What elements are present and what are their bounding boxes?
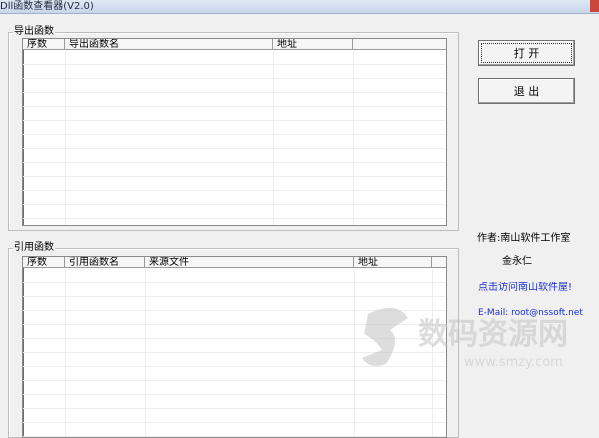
import-col-divider <box>65 269 66 437</box>
import-col-ordinal[interactable]: 序数 <box>23 257 65 268</box>
import-col-divider <box>354 269 355 437</box>
export-col-extra[interactable] <box>353 39 446 50</box>
import-col-extra[interactable] <box>432 257 446 268</box>
export-group-label: 导出函数 <box>13 26 55 38</box>
watermark-logo: 数码资源网 www.smzy.com <box>362 307 568 370</box>
export-col-divider <box>273 51 274 225</box>
export-col-divider <box>353 51 354 225</box>
watermark-text: 数码资源网 <box>418 317 568 352</box>
import-col-source-file[interactable]: 来源文件 <box>145 257 354 268</box>
open-button[interactable]: 打 开 <box>478 40 575 66</box>
export-list[interactable]: 序数 导出函数名 地址 <box>22 38 447 226</box>
import-list-header: 序数 引用函数名 来源文件 地址 <box>23 257 446 269</box>
author-label: 作者:南山软件工作室 <box>477 233 571 244</box>
export-list-header: 序数 导出函数名 地址 <box>23 39 446 51</box>
exit-button[interactable]: 退 出 <box>478 78 575 104</box>
export-col-function-name[interactable]: 导出函数名 <box>65 39 273 50</box>
export-col-address[interactable]: 地址 <box>273 39 353 50</box>
visit-website-link[interactable]: 点击访问南山软件屋! <box>478 282 599 294</box>
import-col-divider <box>145 269 146 437</box>
close-icon[interactable] <box>590 0 599 12</box>
window-title: Dll函数查看器(V2.0) <box>0 1 94 12</box>
export-col-ordinal[interactable]: 序数 <box>23 39 65 50</box>
title-bar: Dll函数查看器(V2.0) <box>0 0 599 14</box>
export-col-divider <box>65 51 66 225</box>
import-col-function-name[interactable]: 引用函数名 <box>65 257 145 268</box>
watermark-url: www.smzy.com <box>464 355 563 370</box>
import-group-label: 引用函数 <box>13 242 55 254</box>
export-list-body <box>23 51 446 225</box>
import-col-address[interactable]: 地址 <box>354 257 432 268</box>
author-name: 金永仁 <box>502 256 532 267</box>
